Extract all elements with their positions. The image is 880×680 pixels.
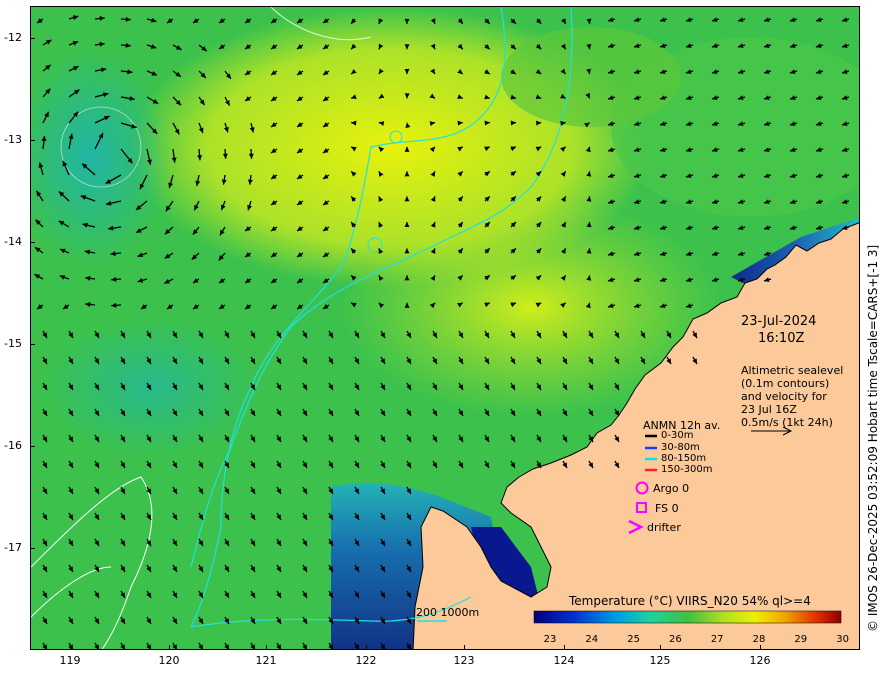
altimetry-line: Altimetric sealevel [741,364,844,377]
colorbar-tick-label: 28 [752,634,766,645]
anmn-legend-item: 150-300m [661,464,713,475]
longitude-tick-mark [169,645,170,650]
latitude-tick-label: -15 [4,337,22,350]
anmn-legend-item: 80-150m [661,453,707,464]
longitude-tick-label: 124 [553,654,575,667]
latitude-tick-mark [30,344,35,345]
longitude-tick-mark [760,645,761,650]
longitude-tick-mark [464,645,465,650]
latitude-tick-mark [30,548,35,549]
latitude-tick-label: -12 [4,31,22,44]
map-time: 16:10Z [758,331,805,346]
colorbar-tick-label: 23 [543,634,557,645]
map-canvas[interactable] [31,7,860,650]
colorbar-tick-label: 25 [627,634,640,645]
longitude-tick-mark [366,645,367,650]
colorbar-tick-label: 30 [836,634,849,645]
drifter-label: drifter [647,521,681,534]
latitude-tick-mark [30,140,35,141]
longitude-tick-mark [70,645,71,650]
map-date: 23-Jul-2024 [741,314,817,329]
longitude-tick-label: 121 [255,654,277,667]
anmn-legend-item: 30-80m [661,442,700,453]
colorbar-tick-label: 29 [794,634,808,645]
latitude-tick-mark [30,38,35,39]
colorbar-tick-label: 27 [710,634,724,645]
latitude-tick-label: -13 [4,133,22,146]
fs-label: FS 0 [655,502,679,515]
longitude-tick-label: 126 [749,654,771,667]
temperature-colorbar [533,610,842,624]
altimetry-line: (0.1m contours) [741,377,830,390]
colorbar-title: Temperature (°C) VIIRS_N20 54% ql>=4 [569,594,811,608]
latitude-tick-mark [30,242,35,243]
longitude-tick-mark [266,645,267,650]
altimetry-line: and velocity for [741,390,827,403]
green-water-patch-north [501,27,681,127]
colorbar-tick-label: 24 [585,634,599,645]
velocity-scale-label: 0.5m/s (1kt 24h) [741,416,833,429]
argo-label: Argo 0 [653,482,690,495]
anmn-legend-item: 0-30m [661,430,694,441]
latitude-tick-label: -14 [4,235,22,248]
longitude-tick-mark [564,645,565,650]
latitude-tick-label: -16 [4,439,22,452]
longitude-tick-label: 119 [59,654,81,667]
latitude-tick-label: -17 [4,541,22,554]
longitude-tick-mark [660,645,661,650]
altimetry-line: 23 Jul 16Z [741,403,797,416]
depth-legend-label: 200 1000m [416,606,480,619]
longitude-tick-label: 120 [158,654,180,667]
longitude-tick-label: 122 [355,654,377,667]
colorbar-tick-label: 26 [669,634,682,645]
map-frame[interactable]: 23-Jul-2024 16:10Z Altimetric sealevel (… [30,6,860,650]
longitude-tick-label: 123 [453,654,475,667]
longitude-tick-label: 125 [649,654,671,667]
credit-text: © IMOS 26-Dec-2025 03:52:09 Hobart time … [866,244,880,632]
latitude-tick-mark [30,446,35,447]
